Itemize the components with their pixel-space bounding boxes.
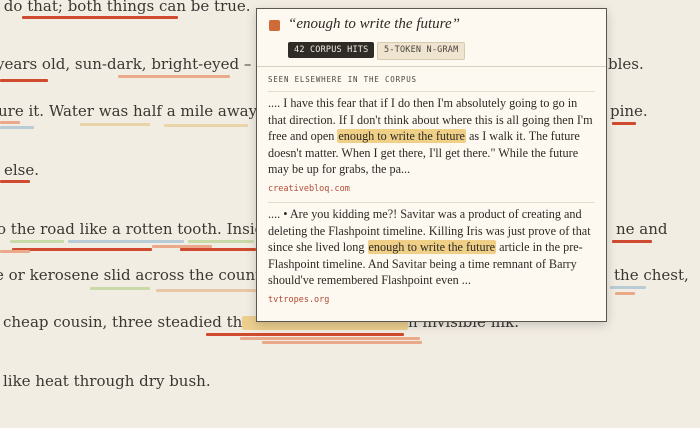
ngram-length-badge: 5-TOKEN N-GRAM xyxy=(377,42,466,60)
ngram-underline[interactable] xyxy=(90,287,150,290)
ngram-underline[interactable] xyxy=(118,75,230,78)
divider xyxy=(268,91,595,92)
corpus-hits-badge: 42 CORPUS HITS xyxy=(288,42,375,58)
ngram-underline[interactable] xyxy=(12,248,152,251)
ngram-underline[interactable] xyxy=(612,240,652,243)
ngram-underline[interactable] xyxy=(0,79,48,82)
popup-phrase: “enough to write the future” xyxy=(288,16,460,32)
ngram-underline[interactable] xyxy=(240,337,420,340)
corpus-excerpt: .... • Are you kidding me?! Savitar was … xyxy=(268,206,594,289)
ngram-underline[interactable] xyxy=(10,240,64,243)
document-line: the chest, xyxy=(614,266,689,284)
ngram-underline[interactable] xyxy=(68,240,184,243)
divider xyxy=(268,202,595,203)
ngram-underline[interactable] xyxy=(610,286,646,289)
ngram-underline[interactable] xyxy=(612,122,636,125)
ngram-underline[interactable] xyxy=(262,341,422,344)
ngram-color-swatch xyxy=(269,20,280,31)
ngram-underline[interactable] xyxy=(615,292,635,295)
document-line: ne and xyxy=(616,220,668,238)
ngram-underline[interactable] xyxy=(188,240,254,243)
ngram-underline[interactable] xyxy=(206,333,404,336)
excerpt-source-link[interactable]: tvtropes.org xyxy=(268,295,329,305)
ngram-underline[interactable] xyxy=(164,124,248,127)
document-line: like heat through dry bush. xyxy=(3,372,211,390)
ngram-underline[interactable] xyxy=(0,126,34,129)
divider xyxy=(257,66,606,67)
ngram-underline[interactable] xyxy=(0,250,30,253)
document-line: if I do that; both things can be true. xyxy=(0,0,251,15)
ngram-underline[interactable] xyxy=(180,248,256,251)
ngram-underline[interactable] xyxy=(156,289,256,292)
document-line: else. xyxy=(4,161,40,179)
section-title: SEEN ELSEWHERE IN THE CORPUS xyxy=(268,75,417,84)
ngram-underline[interactable] xyxy=(0,121,20,124)
document-line: pine. xyxy=(610,102,648,120)
corpus-excerpt: .... I have this fear that if I do then … xyxy=(268,95,594,178)
excerpt-source-link[interactable]: creativebloq.com xyxy=(268,184,350,194)
ngram-underline[interactable] xyxy=(80,123,150,126)
ngram-underline[interactable] xyxy=(0,180,30,183)
ngram-underline[interactable] xyxy=(22,16,178,19)
excerpt-match-highlight: enough to write the future xyxy=(337,129,466,143)
corpus-popup: “enough to write the future” 42 CORPUS H… xyxy=(256,8,607,322)
excerpt-match-highlight: enough to write the future xyxy=(367,240,497,254)
document-line: bles. xyxy=(608,55,644,73)
